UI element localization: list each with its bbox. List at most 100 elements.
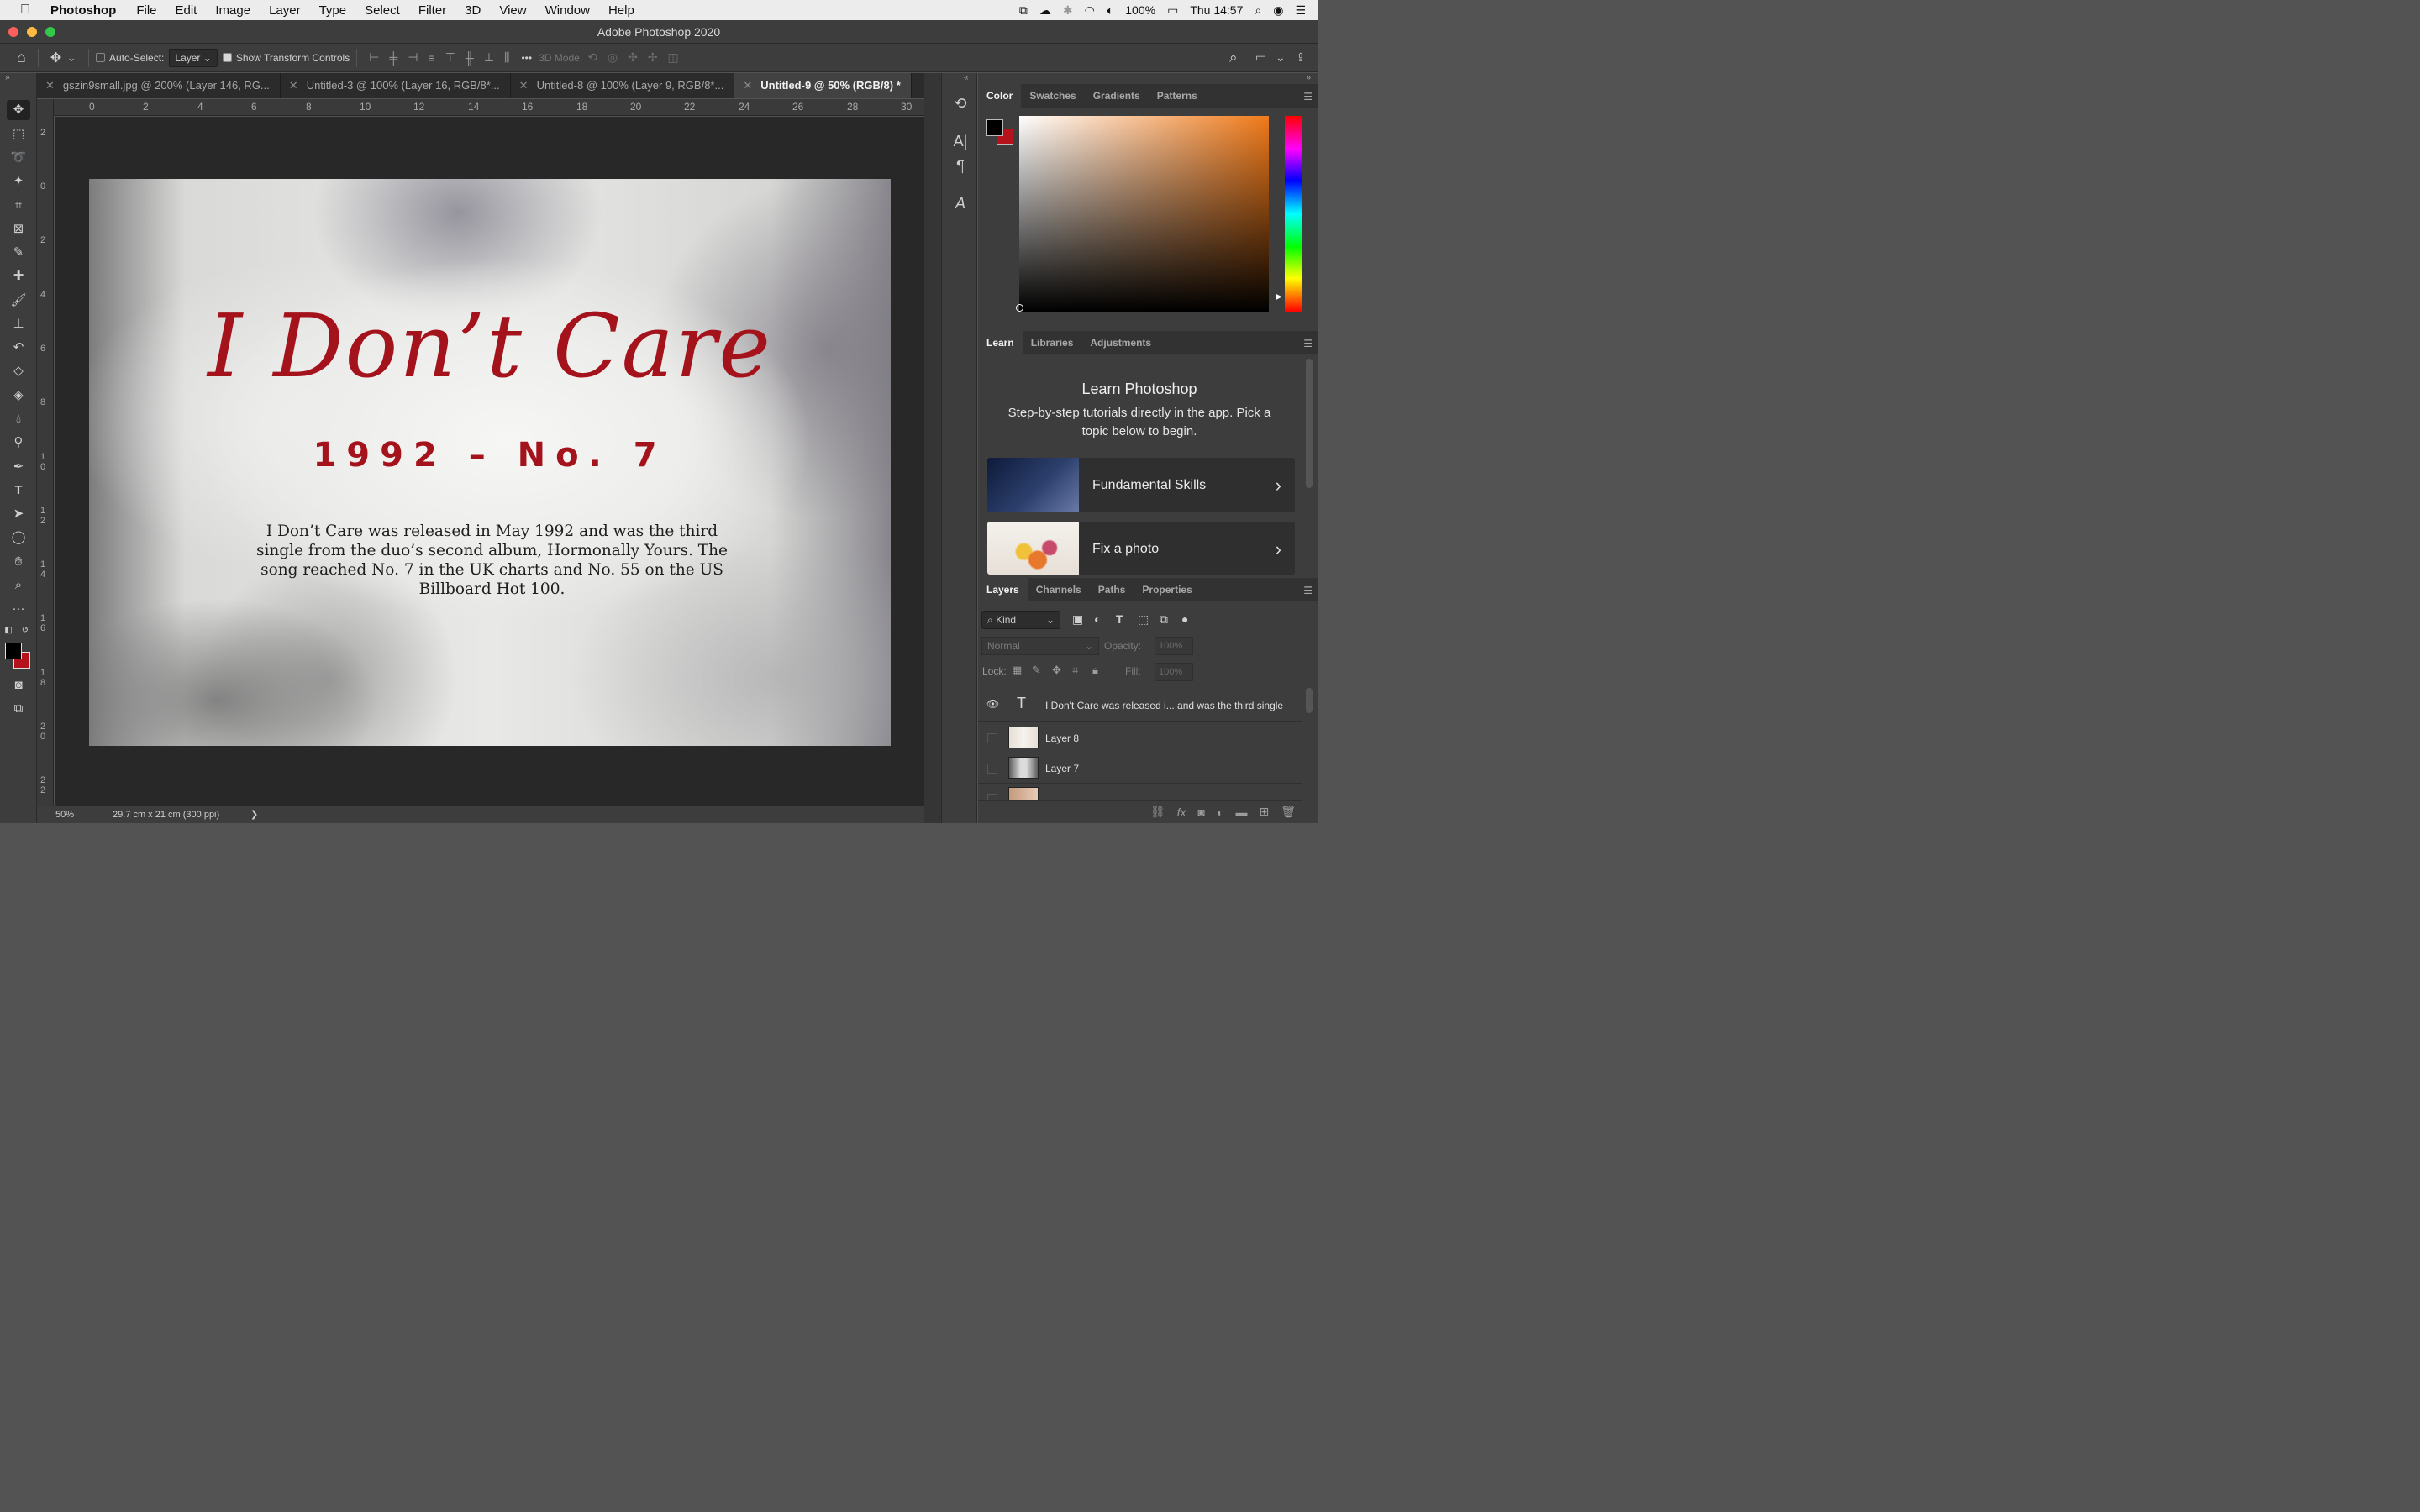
layer-row[interactable]: Layer 7 <box>978 753 1302 784</box>
filter-type-icon[interactable]: T <box>1116 612 1123 626</box>
eraser-tool-icon[interactable]: ◇ <box>7 361 30 381</box>
tab-gradients[interactable]: Gradients <box>1085 84 1149 108</box>
tab-swatches[interactable]: Swatches <box>1021 84 1084 108</box>
layer-row[interactable]: Layer 11 <box>978 784 1302 801</box>
tab-properties[interactable]: Properties <box>1134 578 1200 601</box>
history-brush-tool-icon[interactable]: ↶ <box>7 338 30 358</box>
panel-menu-icon[interactable]: ☰ <box>1303 585 1313 596</box>
dodge-tool-icon[interactable]: ⚲ <box>7 433 30 453</box>
fill-field[interactable]: 100% <box>1155 663 1193 681</box>
align-left-icon[interactable]: ⊢ <box>369 50 379 65</box>
pen-tool-icon[interactable]: ✒ <box>7 457 30 477</box>
eyedropper-tool-icon[interactable]: ✎ <box>7 243 30 263</box>
zoom-level[interactable]: 50% <box>55 806 74 823</box>
close-tab-icon[interactable]: ✕ <box>743 79 752 92</box>
home-icon[interactable]: ⌂ <box>17 49 26 66</box>
tab-libraries[interactable]: Libraries <box>1023 331 1082 354</box>
path-selection-tool-icon[interactable]: ➤ <box>7 504 30 524</box>
filter-adjustment-icon[interactable]: ◐ <box>1094 612 1101 626</box>
eye-icon[interactable]: 👁︎ <box>986 698 999 710</box>
blend-mode-dropdown[interactable]: Normal ⌄ <box>981 637 1099 655</box>
workspace-icon[interactable]: ▭ <box>1255 50 1266 65</box>
align-bottom-icon[interactable]: ⊥ <box>484 50 494 65</box>
lock-artboard-icon[interactable]: ⌗ <box>1072 664 1078 677</box>
bluetooth-icon[interactable]: ✱ <box>1063 3 1073 18</box>
share-icon[interactable]: ⇪ <box>1296 50 1306 65</box>
move-tool-icon[interactable]: ✥ <box>7 100 30 120</box>
distribute-vertical-icon[interactable]: ⫼ <box>504 50 509 65</box>
minimize-window-button[interactable] <box>27 27 37 37</box>
character-panel-icon[interactable]: A| <box>949 133 972 150</box>
auto-select-checkbox[interactable] <box>96 53 106 62</box>
battery-percent[interactable]: 100% <box>1125 3 1155 17</box>
spotlight-icon[interactable]: ⌕ <box>1255 3 1261 18</box>
more-options-button[interactable]: ••• <box>521 52 532 64</box>
search-icon[interactable]: ⌕ <box>1229 50 1238 66</box>
menu-app-name[interactable]: Photoshop <box>50 3 116 18</box>
chevron-down-icon[interactable]: ⌄ <box>66 50 76 65</box>
close-window-button[interactable] <box>8 27 18 37</box>
panel-menu-icon[interactable]: ☰ <box>1303 338 1313 349</box>
default-colors-icon[interactable]: ◧ <box>3 621 13 641</box>
layers-scrollbar[interactable] <box>1306 688 1313 713</box>
document-canvas[interactable]: I Don’t Care 1992 – No. 7 I Don’t Care w… <box>89 179 891 746</box>
battery-icon[interactable]: ▭ <box>1167 3 1178 18</box>
tab-paths[interactable]: Paths <box>1090 578 1134 601</box>
lasso-tool-icon[interactable]: ➰ <box>7 148 30 168</box>
ruler-horizontal[interactable]: 0 2 4 6 8 10 12 14 16 18 20 22 24 26 28 … <box>54 99 924 116</box>
align-center-icon[interactable]: ╪ <box>389 51 397 65</box>
menu-select[interactable]: Select <box>365 3 400 18</box>
quick-mask-icon[interactable]: ◙ <box>7 675 30 696</box>
tab-learn[interactable]: Learn <box>978 331 1023 354</box>
panel-menu-icon[interactable]: ☰ <box>1303 91 1313 102</box>
lock-all-icon[interactable]: 🔒︎ <box>1092 664 1098 677</box>
ellipse-tool-icon[interactable]: ◯ <box>7 528 30 548</box>
zoom-window-button[interactable] <box>45 27 55 37</box>
apple-icon[interactable]:  <box>0 3 50 18</box>
menu-window[interactable]: Window <box>545 3 590 18</box>
brush-tool-icon[interactable]: 🖌︎ <box>7 291 30 311</box>
hand-tool-icon[interactable]: ✋︎ <box>7 552 30 572</box>
color-picker-handle[interactable] <box>1016 304 1023 312</box>
tab-document-1[interactable]: ✕ gszin9small.jpg @ 200% (Layer 146, RG..… <box>37 73 281 98</box>
vertical-scrollbar[interactable] <box>924 73 941 823</box>
blur-tool-icon[interactable]: 💧︎ <box>7 409 30 429</box>
collapse-toolbar-icon[interactable]: » <box>5 73 10 82</box>
ruler-vertical[interactable]: 2 0 2 4 6 8 1 0 1 2 1 4 1 6 1 8 2 0 2 2 <box>37 99 54 806</box>
document-title-text[interactable]: I Don’t Care <box>89 295 891 397</box>
tab-layers[interactable]: Layers <box>978 578 1028 601</box>
align-top-icon[interactable]: ⊤ <box>445 50 455 65</box>
hue-slider[interactable] <box>1285 116 1302 312</box>
add-mask-icon[interactable]: ◙ <box>1198 806 1205 819</box>
hue-slider-handle[interactable]: ▶ <box>1276 292 1282 302</box>
close-tab-icon[interactable]: ✕ <box>289 79 298 92</box>
marquee-tool-icon[interactable]: ⬚ <box>7 124 30 144</box>
filter-toggle-icon[interactable]: ● <box>1181 612 1188 626</box>
magic-wand-tool-icon[interactable]: ✦ <box>7 171 30 192</box>
menu-3d[interactable]: 3D <box>465 3 481 18</box>
learn-card-fundamental-skills[interactable]: Fundamental Skills › <box>987 458 1295 512</box>
layer-row[interactable]: Layer 8 <box>978 723 1302 753</box>
menu-help[interactable]: Help <box>608 3 634 18</box>
tab-color[interactable]: Color <box>978 84 1022 108</box>
menu-image[interactable]: Image <box>215 3 250 18</box>
menu-view[interactable]: View <box>499 3 526 18</box>
new-layer-icon[interactable]: ⊞ <box>1259 805 1269 819</box>
tab-document-2[interactable]: ✕ Untitled-3 @ 100% (Layer 16, RGB/8*... <box>281 73 511 98</box>
close-tab-icon[interactable]: ✕ <box>45 79 55 92</box>
show-transform-checkbox[interactable] <box>222 53 232 62</box>
tab-adjustments[interactable]: Adjustments <box>1081 331 1160 354</box>
menu-file[interactable]: File <box>136 3 156 18</box>
link-layers-icon[interactable]: ⛓︎ <box>1150 805 1165 819</box>
lock-paint-icon[interactable]: ✎ <box>1032 664 1041 677</box>
tab-channels[interactable]: Channels <box>1028 578 1090 601</box>
foreground-color-swatch[interactable] <box>986 119 1003 136</box>
foreground-color-swatch[interactable] <box>5 643 22 659</box>
document-subtitle-text[interactable]: 1992 – No. 7 <box>89 436 891 475</box>
distribute-icon[interactable]: ≡ <box>429 51 435 65</box>
adjustment-layer-icon[interactable]: ◐ <box>1217 806 1223 819</box>
document-body-text[interactable]: I Don’t Care was released in May 1992 an… <box>255 522 729 599</box>
auto-select-dropdown[interactable]: Layer ⌄ <box>169 48 218 67</box>
history-panel-icon[interactable]: ⟲ <box>949 95 972 113</box>
collapse-panels-icon[interactable]: » <box>1306 73 1311 82</box>
